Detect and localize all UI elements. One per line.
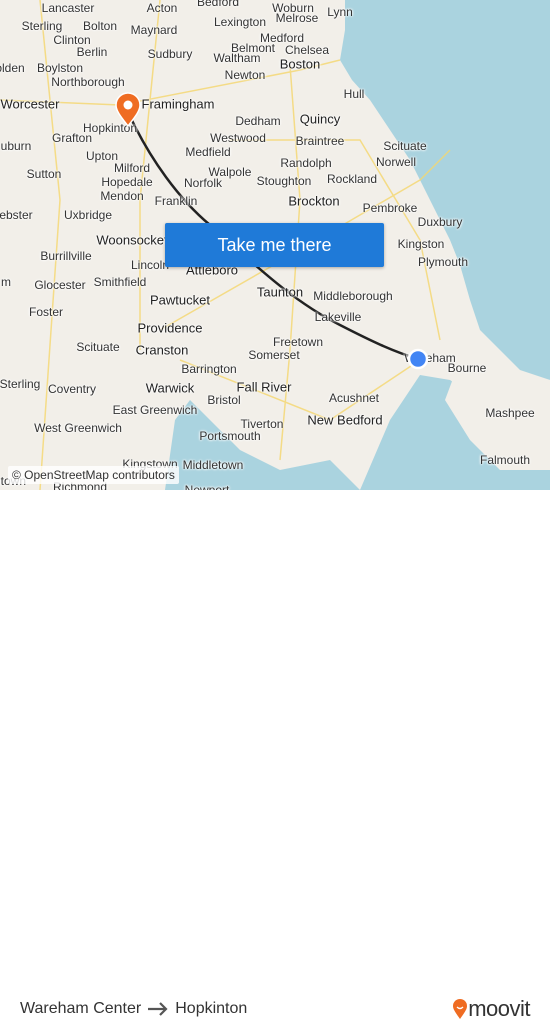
town-label: Plymouth xyxy=(417,255,469,269)
town-label: olden xyxy=(0,61,25,75)
town-label: Medfield xyxy=(185,145,231,159)
town-label: Coventry xyxy=(47,382,97,396)
town-label: Sterling xyxy=(21,19,63,33)
town-label: Scituate xyxy=(76,340,120,354)
town-label: Milford xyxy=(113,161,151,175)
town-label: Portsmouth xyxy=(199,429,261,443)
town-label: Hopedale xyxy=(101,175,153,189)
town-label: Dedham xyxy=(235,114,281,128)
town-label: Pawtucket xyxy=(150,292,210,308)
footer-bar: Wareham Center Hopkinton moovit xyxy=(0,490,550,1021)
town-label: Framingham xyxy=(141,96,215,112)
town-label: Grafton xyxy=(51,131,93,145)
town-label: Worcester xyxy=(0,96,60,112)
town-label: Waltham xyxy=(213,51,261,65)
town-label: Berlin xyxy=(76,45,108,59)
town-label: Kingston xyxy=(397,237,445,251)
town-label: Warwick xyxy=(145,380,195,396)
town-label: Pembroke xyxy=(362,201,418,215)
moovit-pin-icon xyxy=(453,999,468,1019)
town-label: Lynn xyxy=(327,5,353,19)
town-label: Acton xyxy=(146,1,178,15)
town-label: Sterling xyxy=(0,377,41,391)
map[interactable]: Lancaster Acton Bedford Woburn Lynn Sterling B… xyxy=(0,0,550,490)
town-label: Acushnet xyxy=(328,391,380,405)
route-summary: Wareham Center Hopkinton xyxy=(20,1000,247,1018)
arrow-right-icon xyxy=(148,1002,168,1016)
town-label: Bedford xyxy=(196,0,240,9)
town-label: Lancaster xyxy=(41,1,95,15)
destination-label: Hopkinton xyxy=(175,1000,248,1017)
town-label: Cranston xyxy=(135,342,189,358)
town-label: Mashpee xyxy=(485,406,535,420)
town-label: ebster xyxy=(0,208,33,222)
town-label: Woonsocket xyxy=(96,232,168,248)
town-label: Falmouth xyxy=(479,453,531,467)
town-label: Sutton xyxy=(26,167,62,181)
town-label: Newport xyxy=(184,483,230,490)
town-label: Smithfield xyxy=(93,275,147,289)
town-label: m xyxy=(1,275,11,289)
town-label: Norfolk xyxy=(183,176,223,190)
town-label: Brockton xyxy=(288,193,340,209)
town-label: Somerset xyxy=(248,348,300,362)
town-label: Maynard xyxy=(130,23,178,37)
town-label: Scituate xyxy=(383,139,427,153)
town-label: Rockland xyxy=(326,172,378,186)
town-label: Burrillville xyxy=(40,249,92,263)
town-label: Freetown xyxy=(272,335,324,349)
town-label: Sudbury xyxy=(147,47,193,61)
town-label: Providence xyxy=(137,320,203,336)
origin-label: Wareham Center xyxy=(20,1000,142,1017)
town-label: Bolton xyxy=(82,19,118,33)
town-label: East Greenwich xyxy=(112,403,198,417)
town-label: Uxbridge xyxy=(63,208,113,222)
water-ocean xyxy=(340,0,550,380)
town-label: Stoughton xyxy=(256,174,312,188)
town-label: Lexington xyxy=(213,15,267,29)
town-label: Newton xyxy=(224,68,266,82)
town-label: Northborough xyxy=(51,75,125,89)
town-label: New Bedford xyxy=(307,412,383,428)
town-label: Quincy xyxy=(299,111,341,127)
town-label: Boylston xyxy=(36,61,84,75)
town-label: Glocester xyxy=(34,278,86,292)
town-label: Chelsea xyxy=(284,43,330,57)
town-label: Barrington xyxy=(181,362,237,376)
moovit-logo[interactable]: moovit xyxy=(452,996,530,1022)
take-me-there-button[interactable]: Take me there xyxy=(165,223,384,267)
town-label: Middletown xyxy=(182,458,244,472)
town-label: Braintree xyxy=(295,134,345,148)
town-label: Bourne xyxy=(447,361,487,375)
town-label: Lincoln xyxy=(130,258,170,272)
town-label: Boston xyxy=(279,56,321,72)
town-label: Hull xyxy=(343,87,365,101)
town-label: Franklin xyxy=(154,194,198,208)
town-label: Mendon xyxy=(100,189,144,203)
town-label: Middleborough xyxy=(313,289,393,303)
town-label: Taunton xyxy=(256,284,304,300)
town-label: Norwell xyxy=(375,155,417,169)
town-label: Randolph xyxy=(280,156,332,170)
town-label: Duxbury xyxy=(417,215,463,229)
town-label: Fall River xyxy=(236,379,292,395)
town-label: Bristol xyxy=(207,393,241,407)
town-label: Westwood xyxy=(210,131,266,145)
town-label: West Greenwich xyxy=(34,421,122,435)
origin-dot[interactable] xyxy=(407,348,429,370)
town-label: Melrose xyxy=(275,11,319,25)
town-label: uburn xyxy=(0,139,32,153)
town-label: Lakeville xyxy=(314,310,362,324)
town-label: Foster xyxy=(28,305,64,319)
map-attribution[interactable]: © OpenStreetMap contributors xyxy=(8,466,179,484)
moovit-logo-text: moovit xyxy=(468,996,530,1021)
